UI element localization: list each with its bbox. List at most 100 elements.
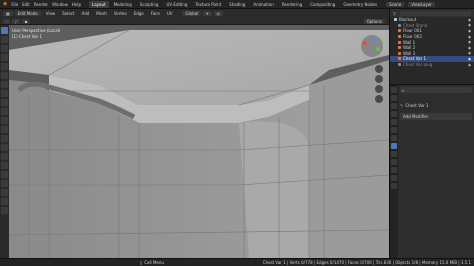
options-button[interactable]: Options [363,18,385,24]
transform-icon[interactable] [1,72,8,79]
tab-rendering[interactable]: Rendering [279,1,305,8]
tab-animation[interactable]: Animation [250,1,276,8]
eye-icon[interactable]: ◉ [468,29,471,33]
y-axis-icon[interactable] [376,47,380,51]
menu-file[interactable]: File [11,2,18,7]
shear-icon[interactable] [1,198,8,205]
edge-select-icon[interactable]: ∕ [12,18,20,24]
outliner-filter-icon[interactable]: ▽ [393,11,396,16]
modifier-wrench-icon[interactable] [391,143,397,149]
mesh-icon [398,63,401,67]
data-tab-icon[interactable] [391,175,397,181]
proportional-edit-icon[interactable]: ◎ [213,11,224,16]
spin-icon[interactable] [1,162,8,169]
eye-icon[interactable]: ◉ [468,57,471,61]
view-layer-tab-icon[interactable] [391,111,397,117]
tab-compositing[interactable]: Compositing [307,1,338,8]
properties-editor: ⌕ ✎ Chest Var 1 Add Modifier [389,84,474,259]
menu-window[interactable]: Window [52,2,68,7]
top-menu-bar: ◉ File Edit Render Window Help Layout Mo… [0,0,474,9]
eye-icon[interactable]: ◉ [468,23,471,27]
menu-vertex[interactable]: Vertex [112,11,129,16]
add-modifier-button[interactable]: Add Modifier [400,113,472,120]
loop-cut-icon[interactable] [1,135,8,142]
rip-icon[interactable] [1,207,8,214]
zoom-icon[interactable] [375,65,383,73]
constraints-tab-icon[interactable] [391,167,397,173]
physics-tab-icon[interactable] [391,159,397,165]
blender-logo-icon[interactable]: ◉ [3,1,7,7]
z-axis-icon[interactable] [372,37,376,41]
scene-selector[interactable]: Scene [386,1,405,7]
face-select-icon[interactable]: ▪ [21,18,31,24]
eye-icon[interactable]: ◉ [468,18,471,22]
mode-selector[interactable]: Edit Mode [14,11,41,16]
annotate-icon[interactable] [1,81,8,88]
scene-tab-icon[interactable] [391,119,397,125]
knife-icon[interactable] [1,144,8,151]
output-tab-icon[interactable] [391,103,397,109]
menu-face[interactable]: Face [149,11,162,16]
select-box-icon[interactable] [1,27,8,34]
eye-icon[interactable]: ◉ [468,35,471,39]
rotate-icon[interactable] [1,54,8,61]
tab-uv-editing[interactable]: UV Editing [163,1,190,8]
menu-help[interactable]: Help [72,2,81,7]
smooth-icon[interactable] [1,171,8,178]
pan-hand-icon[interactable] [375,75,383,83]
menu-edge[interactable]: Edge [132,11,146,16]
eye-icon[interactable]: ◉ [468,63,471,67]
cursor-icon[interactable] [1,36,8,43]
world-tab-icon[interactable] [391,127,397,133]
measure-icon[interactable] [1,90,8,97]
search-icon: ⌕ [402,87,405,93]
eye-icon[interactable]: ◉ [468,46,471,50]
tab-modeling[interactable]: Modeling [111,1,135,8]
move-icon[interactable] [1,45,8,52]
camera-icon[interactable] [375,85,383,93]
material-tab-icon[interactable] [391,183,397,189]
menu-render[interactable]: Render [34,2,48,7]
viewport-subheader: · ∕ ▪ Options [0,18,389,25]
tab-shading[interactable]: Shading [226,1,248,8]
menu-view[interactable]: View [44,11,58,16]
3d-viewport[interactable] [9,25,389,258]
menu-select[interactable]: Select [60,11,76,16]
particles-tab-icon[interactable] [391,151,397,157]
extrude-icon[interactable] [1,108,8,115]
bevel-icon[interactable] [1,126,8,133]
editor-type-icon[interactable]: ▦ [3,11,13,16]
menu-uv[interactable]: UV [165,11,175,16]
tool-tab-icon[interactable] [391,87,397,93]
grid-icon[interactable] [375,95,383,103]
render-tab-icon[interactable] [391,95,397,101]
object-info: (1) Chest Var 1 [12,34,42,39]
menu-add[interactable]: Add [80,11,92,16]
properties-tabs [390,85,398,259]
view-layer-selector[interactable]: ViewLayer [408,1,435,7]
mesh-icon [398,23,401,27]
inset-icon[interactable] [1,117,8,124]
mesh-icon [398,40,401,44]
shrink-fatten-icon[interactable] [1,189,8,196]
transform-orientation[interactable]: Global [182,11,202,16]
poly-build-icon[interactable] [1,153,8,160]
eye-icon[interactable]: ◉ [468,40,471,44]
object-tab-icon[interactable] [391,135,397,141]
eye-icon[interactable]: ◉ [468,51,471,55]
x-axis-icon[interactable] [363,41,367,45]
vertex-select-icon[interactable]: · [3,18,11,24]
edge-slide-icon[interactable] [1,180,8,187]
menu-edit[interactable]: Edit [22,2,30,7]
properties-search-input[interactable]: ⌕ [400,87,472,93]
tab-texture-paint[interactable]: Texture Paint [192,1,224,8]
menu-mesh[interactable]: Mesh [94,11,109,16]
outliner-search-input[interactable] [400,10,471,16]
outliner-item[interactable]: Chest Var plug ◉ [390,62,474,68]
tab-sculpting[interactable]: Sculpting [137,1,162,8]
snap-icon[interactable]: ⌖ [203,11,212,16]
scale-icon[interactable] [1,63,8,70]
add-cube-icon[interactable] [1,99,8,106]
tab-geometry-nodes[interactable]: Geometry Nodes [340,1,380,8]
tab-layout[interactable]: Layout [88,0,109,8]
